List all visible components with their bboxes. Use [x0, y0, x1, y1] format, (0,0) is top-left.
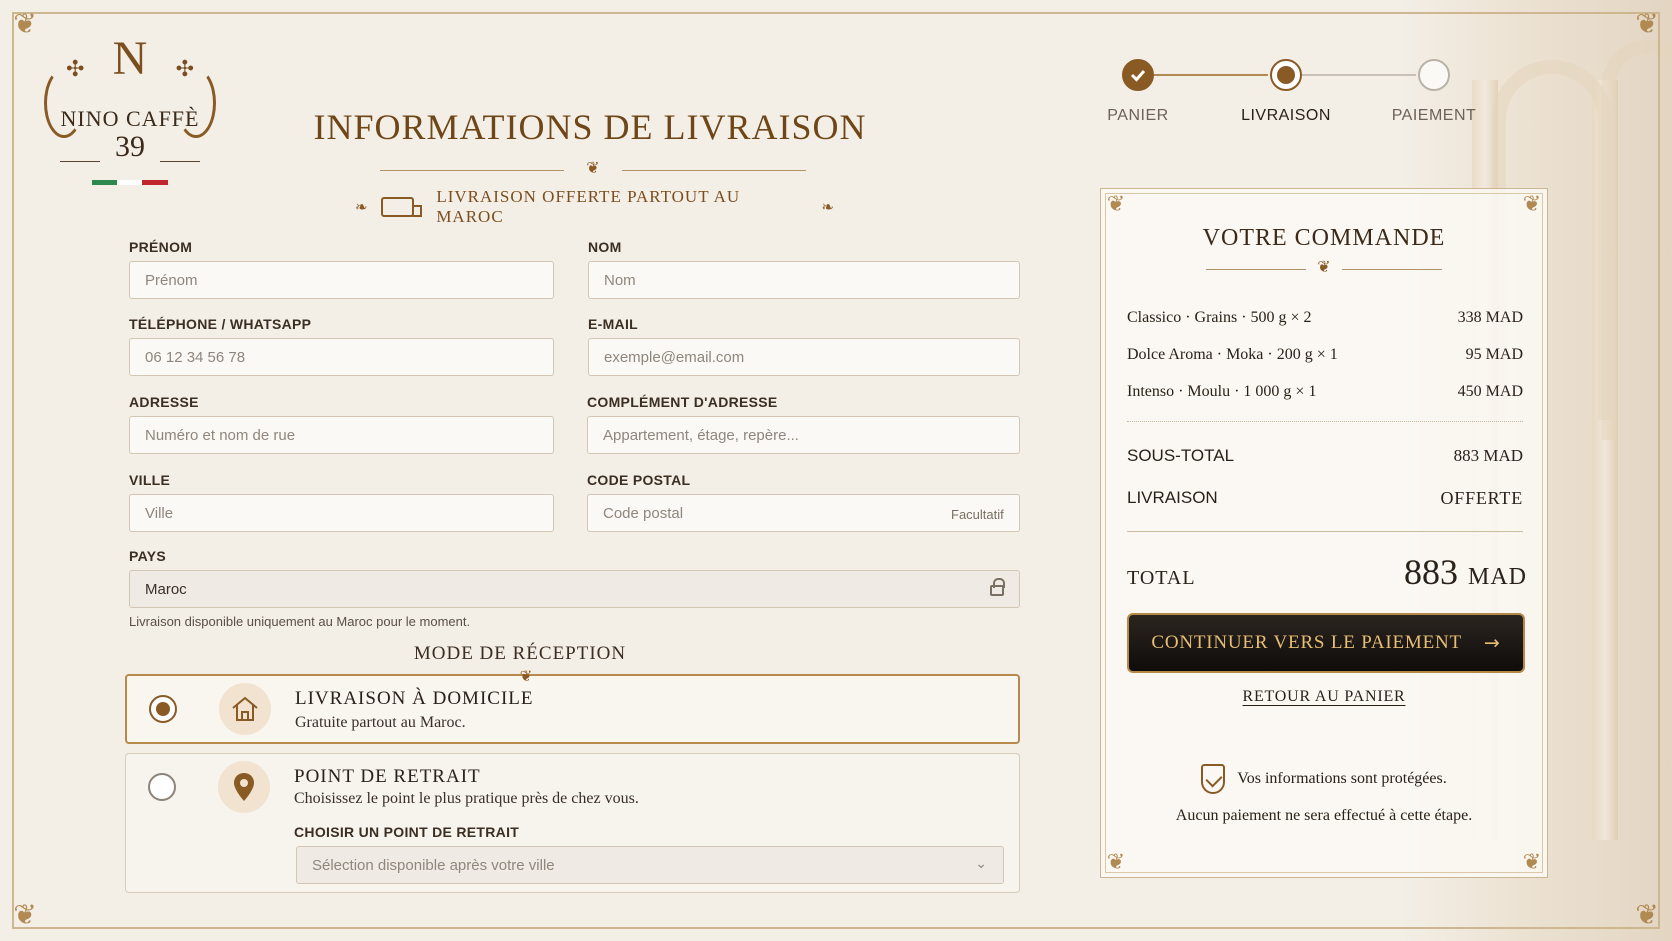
address-complement-input[interactable] [587, 416, 1020, 454]
title-divider: ❦ [380, 160, 806, 178]
leaf-ornament-icon: ❦ [519, 669, 533, 685]
corner-ornament-icon: ❦ [1522, 849, 1542, 874]
email-label: E-MAIL [588, 316, 639, 332]
step-cart-check-icon[interactable] [1122, 59, 1154, 91]
country-note: Livraison disponible uniquement au Maroc… [129, 614, 471, 629]
stepper-line [1154, 74, 1268, 76]
total-amount: 883 [1403, 552, 1458, 592]
postal-code-label: CODE POSTAL [587, 472, 691, 488]
truck-icon [380, 197, 422, 217]
postal-code-optional-hint: Facultatif [951, 507, 1004, 522]
bee-icon: ✣ [175, 56, 194, 81]
order-line-item: Intenso · Moulu · 1 000 g × 1 450 MAD [1127, 383, 1523, 401]
free-shipping-banner: ❧ LIVRAISON OFFERTE PARTOUT AU MAROC ❧ [355, 187, 835, 226]
stepper-line [1302, 74, 1416, 76]
step-cart-label[interactable]: PANIER [1078, 107, 1198, 125]
pickup-select-placeholder: Sélection disponible après votre ville [312, 857, 555, 874]
order-line-item: Dolce Aroma · Moka · 200 g × 1 95 MAD [1127, 346, 1523, 364]
house-icon [219, 683, 271, 735]
item-name: Intenso · Moulu · 1 000 g × 1 [1127, 383, 1317, 400]
security-notice: Vos informations sont protégées. [1101, 764, 1547, 794]
continue-button-label: CONTINUER VERS LE PAIEMENT [1151, 632, 1462, 653]
first-name-label: PRÉNOM [129, 239, 193, 255]
total-label: TOTAL [1127, 567, 1196, 589]
pickup-point-select[interactable]: Sélection disponible après votre ville ⌄ [296, 846, 1004, 884]
free-shipping-text: LIVRAISON OFFERTE PARTOUT AU MAROC [436, 187, 741, 226]
corner-ornament-icon: ❦ [1106, 849, 1126, 874]
pickup-point-radio[interactable] [148, 773, 176, 801]
city-label: VILLE [129, 472, 171, 488]
item-price: 338 MAD [1457, 309, 1523, 326]
item-name: Dolce Aroma · Moka · 200 g × 1 [1127, 346, 1338, 363]
lock-icon [990, 578, 1005, 596]
order-summary-title: VOTRE COMMANDE [1202, 225, 1446, 251]
step-payment-icon [1418, 59, 1450, 91]
brand-logo[interactable]: ✣ ✣ N NINO CAFFÈ 39 [40, 34, 220, 194]
pickup-select-label: CHOISIR UN POINT DE RETRAIT [294, 824, 520, 840]
map-pin-icon [218, 761, 270, 813]
shipping-row: LIVRAISON OFFERTE [1127, 488, 1523, 509]
last-name-label: NOM [588, 239, 622, 255]
pickup-point-title: POINT DE RETRAIT [294, 766, 481, 787]
subtotal-value: 883 MAD [1453, 446, 1523, 465]
order-summary-card: ❦ ❦ ❦ ❦ VOTRE COMMANDE ❦ Classico · Grai… [1100, 188, 1548, 878]
page-title: INFORMATIONS DE LIVRAISON [313, 107, 867, 147]
corner-ornament-icon: ❦ [13, 900, 37, 931]
option-home-delivery[interactable]: LIVRAISON À DOMICILE Gratuite partout au… [125, 674, 1020, 744]
corner-ornament-icon: ❦ [1522, 191, 1542, 216]
leaf-icon: ❧ [821, 199, 835, 216]
country-input [129, 570, 1020, 608]
corner-ornament-icon: ❦ [13, 9, 37, 40]
country-label: PAYS [129, 548, 166, 564]
summary-divider: ❦ [1206, 259, 1442, 277]
home-delivery-subtitle: Gratuite partout au Maroc. [295, 714, 466, 731]
leaf-ornament-icon: ❦ [586, 160, 600, 177]
item-price: 450 MAD [1457, 383, 1523, 400]
first-name-input[interactable] [129, 261, 554, 299]
corner-ornament-icon: ❦ [1106, 191, 1126, 216]
security-text: Vos informations sont protégées. [1237, 770, 1447, 787]
bee-icon: ✣ [66, 56, 85, 81]
city-input[interactable] [129, 494, 554, 532]
subtotal-label: SOUS-TOTAL [1127, 446, 1235, 465]
total-row: TOTAL 883 MAD [1127, 551, 1527, 593]
leaf-icon: ❧ [355, 199, 369, 216]
subtotal-row: SOUS-TOTAL 883 MAD [1127, 446, 1523, 466]
shipping-label: LIVRAISON [1127, 488, 1218, 507]
email-input[interactable] [588, 338, 1020, 376]
corner-ornament-icon: ❦ [1635, 900, 1659, 931]
continue-to-payment-button[interactable]: CONTINUER VERS LE PAIEMENT → [1127, 613, 1525, 673]
home-delivery-title: LIVRAISON À DOMICILE [295, 688, 534, 709]
corner-ornament-icon: ❦ [1635, 9, 1659, 40]
shield-check-icon [1201, 764, 1226, 794]
order-line-item: Classico · Grains · 500 g × 2 338 MAD [1127, 309, 1523, 327]
arrow-right-icon: → [1483, 632, 1501, 654]
step-delivery-icon [1270, 59, 1302, 91]
option-pickup-point[interactable]: POINT DE RETRAIT Choisissez le point le … [125, 753, 1020, 893]
address-label: ADRESSE [129, 394, 199, 410]
leaf-ornament-icon: ❦ [1317, 259, 1331, 276]
step-payment-label: PAIEMENT [1391, 107, 1477, 124]
italian-flag-stripe [92, 180, 168, 185]
reception-mode-title: MODE DE RÉCEPTION [413, 643, 627, 664]
address-input[interactable] [129, 416, 554, 454]
pickup-point-subtitle: Choisissez le point le plus pratique prè… [294, 790, 639, 807]
item-price: 95 MAD [1465, 346, 1523, 363]
step-delivery-label: LIVRAISON [1241, 107, 1331, 124]
last-name-input[interactable] [588, 261, 1020, 299]
chevron-down-icon: ⌄ [975, 855, 987, 871]
phone-label: TÉLÉPHONE / WHATSAPP [129, 316, 312, 332]
shipping-value: OFFERTE [1440, 488, 1523, 508]
total-currency: MAD [1467, 564, 1527, 590]
home-delivery-radio[interactable] [149, 695, 177, 723]
back-to-cart-link[interactable]: RETOUR AU PANIER [1101, 688, 1547, 706]
no-payment-notice: Aucun paiement ne sera effectué à cette … [1175, 807, 1473, 824]
phone-input[interactable] [129, 338, 554, 376]
item-name: Classico · Grains · 500 g × 2 [1127, 309, 1312, 326]
address-complement-label: COMPLÉMENT D'ADRESSE [587, 394, 778, 410]
